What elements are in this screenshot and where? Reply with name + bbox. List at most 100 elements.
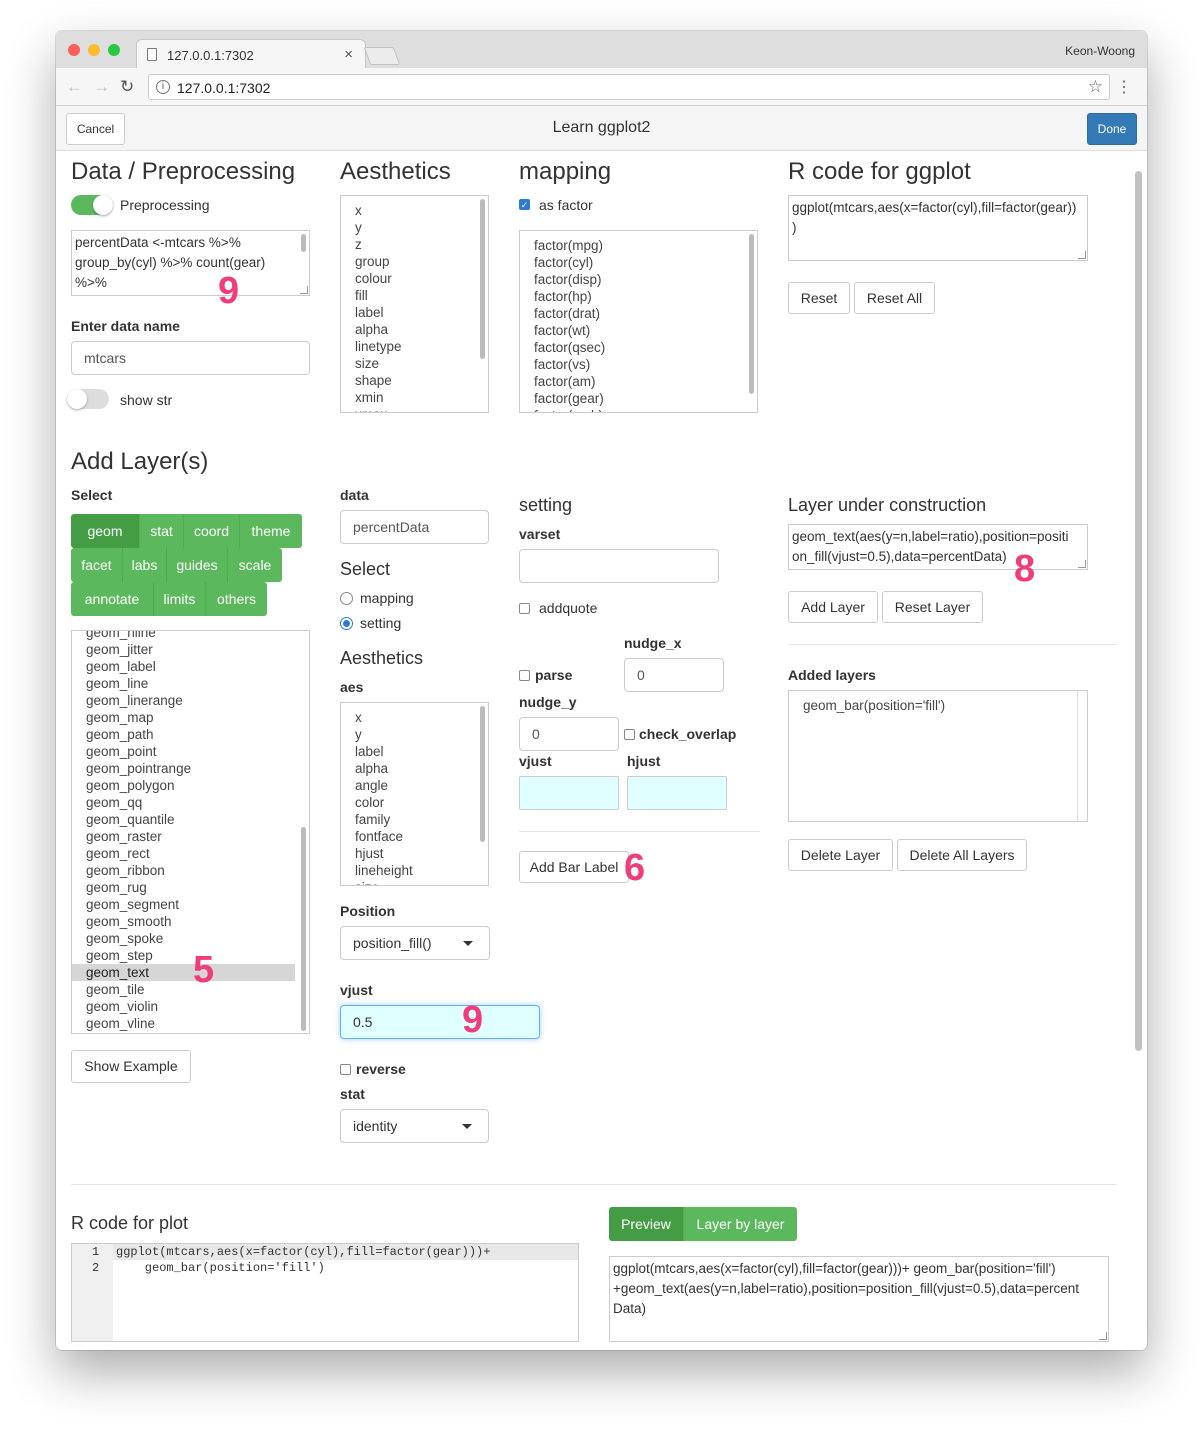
profile-name[interactable]: Keon-Woong	[1065, 44, 1135, 58]
list-item[interactable]: xmax	[341, 406, 488, 412]
list-item[interactable]: size	[341, 355, 488, 372]
list-item[interactable]: factor(wt)	[520, 322, 757, 339]
setting-vjust-input[interactable]	[519, 776, 619, 810]
layer-aes-listbox[interactable]: x y label alpha angle color family fontface hjus…	[340, 702, 489, 886]
layer-group-theme-button[interactable]: theme	[240, 514, 302, 548]
layer-group-labs-button[interactable]: labs	[123, 548, 167, 582]
add-layer-button[interactable]: Add Layer	[788, 591, 878, 623]
mapping-radio[interactable]	[340, 592, 353, 605]
layer-group-annotate-button[interactable]: annotate	[71, 582, 154, 616]
resize-handle[interactable]	[1099, 1332, 1107, 1340]
reset-layer-button[interactable]: Reset Layer	[882, 591, 983, 623]
list-item[interactable]: geom_violin	[72, 998, 309, 1015]
list-item[interactable]: geom_linerange	[72, 692, 309, 709]
aesthetics-listbox[interactable]: x y z group colour fill label alpha linetype size…	[340, 195, 489, 413]
delete-all-layers-button[interactable]: Delete All Layers	[897, 839, 1027, 871]
list-item[interactable]: geom_spoke	[72, 930, 309, 947]
close-window-icon[interactable]	[68, 44, 80, 56]
list-item[interactable]: y	[341, 219, 488, 236]
textarea-scrollbar[interactable]	[301, 234, 306, 252]
check-overlap-checkbox[interactable]	[624, 729, 635, 740]
new-tab-button[interactable]	[363, 47, 401, 65]
preprocessing-code-textarea[interactable]: percentData <-mtcars %>% group_by(cyl) %…	[71, 230, 310, 296]
delete-layer-button[interactable]: Delete Layer	[788, 839, 893, 871]
list-item[interactable]: geom_step	[72, 947, 309, 964]
as-factor-checkbox[interactable]: ✓	[519, 199, 530, 210]
reset-button[interactable]: Reset	[788, 282, 850, 314]
forward-icon[interactable]: →	[93, 77, 110, 97]
list-item[interactable]: x	[341, 709, 488, 726]
list-item[interactable]: factor(gear)	[520, 390, 757, 407]
list-item[interactable]: geom_rect	[72, 845, 309, 862]
setting-hjust-input[interactable]	[627, 776, 727, 810]
list-item[interactable]: geom_jitter	[72, 641, 309, 658]
list-item[interactable]: color	[341, 794, 488, 811]
list-item[interactable]: lineheight	[341, 862, 488, 879]
list-item[interactable]: family	[341, 811, 488, 828]
layer-data-input[interactable]: percentData	[340, 510, 489, 544]
list-item[interactable]: factor(carb)	[520, 407, 757, 412]
stat-select[interactable]: identity	[340, 1109, 489, 1143]
mapping-listbox[interactable]: factor(mpg) factor(cyl) factor(disp) factor…	[519, 230, 758, 413]
listbox-scrollbar[interactable]	[749, 234, 754, 394]
add-bar-label-button[interactable]: Add Bar Label	[519, 851, 629, 883]
layer-group-coord-button[interactable]: coord	[184, 514, 240, 548]
list-item[interactable]: geom_tile	[72, 981, 309, 998]
reload-icon[interactable]: ↻	[120, 77, 134, 97]
list-item[interactable]: geom_smooth	[72, 913, 309, 930]
list-item[interactable]: fontface	[341, 828, 488, 845]
list-item[interactable]: geom_label	[72, 658, 309, 675]
list-item[interactable]: factor(qsec)	[520, 339, 757, 356]
list-item[interactable]: group	[341, 253, 488, 270]
reverse-checkbox[interactable]	[340, 1064, 351, 1075]
added-layers-listbox[interactable]: geom_bar(position='fill')	[788, 690, 1088, 822]
rcode-textarea[interactable]: ggplot(mtcars,aes(x=factor(cyl),fill=fac…	[788, 195, 1088, 261]
listbox-scrollbar[interactable]	[301, 827, 306, 1031]
layer-group-others-button[interactable]: others	[206, 582, 267, 616]
layer-group-facet-button[interactable]: facet	[71, 548, 123, 582]
vjust-input[interactable]: 0.5	[340, 1005, 540, 1039]
list-item[interactable]: label	[341, 743, 488, 760]
list-item[interactable]: alpha	[341, 321, 488, 338]
list-item[interactable]: geom_segment	[72, 896, 309, 913]
list-item[interactable]: geom_map	[72, 709, 309, 726]
nudge-x-input[interactable]: 0	[624, 658, 724, 692]
construction-textarea[interactable]: geom_text(aes(y=n,label=ratio),position=…	[788, 524, 1088, 570]
list-item[interactable]: factor(vs)	[520, 356, 757, 373]
list-item[interactable]: label	[341, 304, 488, 321]
layer-group-scale-button[interactable]: scale	[228, 548, 282, 582]
layer-group-geom-button[interactable]: geom	[71, 514, 140, 548]
list-item[interactable]: geom_polygon	[72, 777, 309, 794]
list-item[interactable]: factor(disp)	[520, 271, 757, 288]
list-item[interactable]: fill	[341, 287, 488, 304]
addquote-checkbox[interactable]	[519, 603, 530, 614]
listbox-scrollbar[interactable]	[480, 706, 485, 842]
list-item[interactable]: z	[341, 236, 488, 253]
list-item[interactable]: factor(mpg)	[520, 237, 757, 254]
resize-handle[interactable]	[1078, 560, 1086, 568]
list-item[interactable]: geom_quantile	[72, 811, 309, 828]
position-select[interactable]: position_fill()	[340, 926, 490, 960]
list-item[interactable]: geom_rug	[72, 879, 309, 896]
parse-checkbox[interactable]	[519, 670, 530, 681]
list-item[interactable]: factor(cyl)	[520, 254, 757, 271]
list-item[interactable]: colour	[341, 270, 488, 287]
list-item[interactable]: geom_line	[72, 675, 309, 692]
list-item[interactable]: geom_vline	[72, 1015, 309, 1032]
resize-handle[interactable]	[300, 286, 308, 294]
list-item[interactable]: geom_bar(position='fill')	[789, 697, 1087, 714]
show-example-button[interactable]: Show Example	[71, 1050, 191, 1083]
resize-handle[interactable]	[1078, 251, 1086, 259]
back-icon[interactable]: ←	[66, 77, 83, 97]
list-item[interactable]: geom_raster	[72, 828, 309, 845]
list-item[interactable]: angle	[341, 777, 488, 794]
layer-group-guides-button[interactable]: guides	[167, 548, 228, 582]
layer-group-limits-button[interactable]: limits	[154, 582, 206, 616]
list-item[interactable]: linetype	[341, 338, 488, 355]
info-icon[interactable]: i	[156, 80, 170, 94]
full-code-textarea[interactable]: ggplot(mtcars,aes(x=factor(cyl),fill=fac…	[609, 1256, 1109, 1342]
code-editor[interactable]: 1 ggplot(mtcars,aes(x=factor(cyl),fill=f…	[71, 1243, 579, 1342]
listbox-scrollbar[interactable]	[480, 199, 485, 359]
list-item[interactable]: xmin	[341, 389, 488, 406]
page-scrollbar[interactable]	[1135, 171, 1142, 1051]
